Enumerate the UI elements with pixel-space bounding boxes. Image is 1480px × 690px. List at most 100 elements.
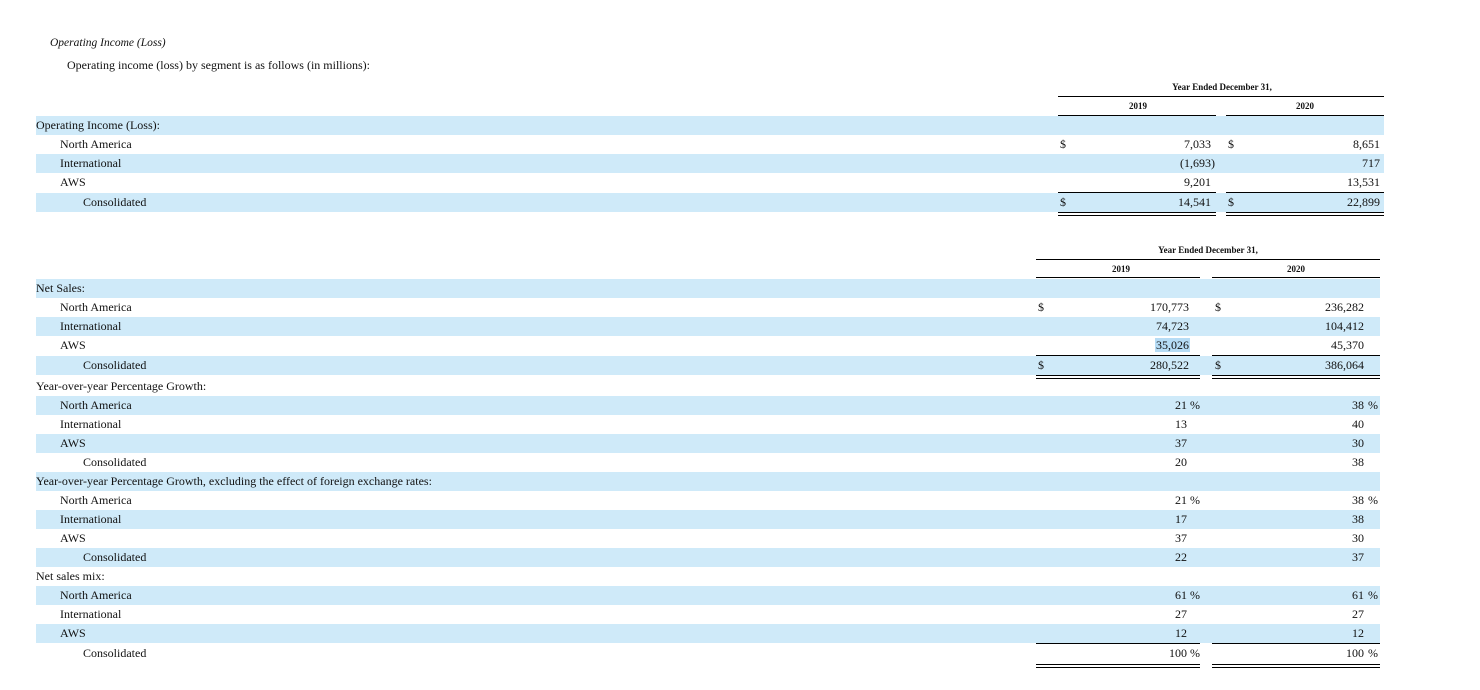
row-label: North America bbox=[60, 300, 132, 314]
row-label: North America bbox=[60, 398, 132, 412]
header-rule bbox=[1212, 277, 1380, 278]
value-2019: 35,026 bbox=[1080, 336, 1190, 355]
value-2019: 21 bbox=[1175, 493, 1187, 507]
value-2020: 717 bbox=[1362, 156, 1380, 170]
value-2019: 13 bbox=[1175, 417, 1187, 431]
value-2020: 38 bbox=[1352, 398, 1364, 412]
value-2020: 40 bbox=[1352, 417, 1364, 431]
intro-text: Operating income (loss) by segment is as… bbox=[67, 58, 370, 72]
value-2019: 37 bbox=[1175, 531, 1187, 545]
value-2019: 14,541 bbox=[1178, 195, 1211, 209]
row-label: Operating Income (Loss): bbox=[36, 118, 160, 132]
row-label: AWS bbox=[60, 531, 86, 545]
table2-year-2019: 2019 bbox=[1112, 264, 1130, 274]
value-2020: 104,412 bbox=[1325, 319, 1364, 333]
dollar-sign: $ bbox=[1215, 300, 1221, 314]
percent-sign: % bbox=[1368, 493, 1378, 507]
percent-sign: % bbox=[1190, 398, 1200, 412]
row-label: AWS bbox=[60, 175, 86, 189]
dollar-sign: $ bbox=[1060, 137, 1066, 151]
total-double-rule bbox=[1212, 375, 1380, 379]
value-2019: 61 bbox=[1175, 588, 1187, 602]
row-label: Consolidated bbox=[83, 358, 147, 372]
row-label: AWS bbox=[60, 626, 86, 640]
row-label: International bbox=[60, 156, 122, 170]
row-label: AWS bbox=[60, 436, 86, 450]
value-2020: 37 bbox=[1352, 550, 1364, 564]
section-title: Operating Income (Loss) bbox=[50, 37, 166, 49]
value-2020: 27 bbox=[1352, 607, 1364, 621]
value-2020: 61 bbox=[1352, 588, 1364, 602]
value-2020: 22,899 bbox=[1347, 195, 1380, 209]
dollar-sign: $ bbox=[1038, 358, 1044, 372]
value-2019: 9,201 bbox=[1184, 175, 1211, 189]
header-rule bbox=[1036, 259, 1380, 260]
percent-sign: % bbox=[1368, 588, 1378, 602]
total-double-rule bbox=[1036, 664, 1200, 668]
row-label: International bbox=[60, 607, 122, 621]
value-2019: 74,723 bbox=[1156, 319, 1189, 333]
value-2020: 45,370 bbox=[1331, 338, 1364, 352]
table2-year-2020: 2020 bbox=[1287, 264, 1305, 274]
value-2020: 386,064 bbox=[1325, 358, 1364, 372]
row-label: Consolidated bbox=[83, 455, 147, 469]
value-2019: 12 bbox=[1175, 626, 1187, 640]
value-2019: 170,773 bbox=[1150, 300, 1189, 314]
table1-year-2019: 2019 bbox=[1129, 101, 1147, 111]
header-rule bbox=[1058, 96, 1384, 97]
row-label: AWS bbox=[60, 338, 86, 352]
value-2020: 38 bbox=[1352, 512, 1364, 526]
table2-header-title: Year Ended December 31, bbox=[1158, 245, 1258, 255]
total-double-rule bbox=[1058, 212, 1216, 216]
row-label: Year-over-year Percentage Growth, exclud… bbox=[36, 474, 432, 488]
value-2019: 37 bbox=[1175, 436, 1187, 450]
value-2019: 21 bbox=[1175, 398, 1187, 412]
value-2020: 100 bbox=[1346, 646, 1364, 660]
value-2019: 100 bbox=[1169, 646, 1187, 660]
total-double-rule bbox=[1212, 664, 1380, 668]
row-label: Year-over-year Percentage Growth: bbox=[36, 379, 207, 393]
table-row-band bbox=[36, 116, 1384, 135]
value-2020: 38 bbox=[1352, 493, 1364, 507]
percent-sign: % bbox=[1368, 646, 1378, 660]
total-double-rule bbox=[1036, 375, 1200, 379]
row-label: North America bbox=[60, 588, 132, 602]
dollar-sign: $ bbox=[1215, 358, 1221, 372]
value-2019: 280,522 bbox=[1150, 358, 1189, 372]
row-label: International bbox=[60, 417, 122, 431]
value-2020: 13,531 bbox=[1347, 175, 1380, 189]
table1-year-2020: 2020 bbox=[1296, 101, 1314, 111]
value-2020: 30 bbox=[1352, 531, 1364, 545]
row-label: Consolidated bbox=[83, 195, 147, 209]
percent-sign: % bbox=[1190, 493, 1200, 507]
table-row-band bbox=[36, 279, 1380, 298]
value-2019: 7,033 bbox=[1184, 137, 1211, 151]
value-2020: 236,282 bbox=[1325, 300, 1364, 314]
percent-sign: % bbox=[1368, 398, 1378, 412]
percent-sign: % bbox=[1190, 646, 1200, 660]
row-label: North America bbox=[60, 137, 132, 151]
header-rule bbox=[1036, 277, 1200, 278]
row-label: Consolidated bbox=[83, 550, 147, 564]
dollar-sign: $ bbox=[1060, 195, 1066, 209]
value-2020: 8,651 bbox=[1353, 137, 1380, 151]
row-label: International bbox=[60, 512, 122, 526]
value-2019: (1,693) bbox=[1180, 156, 1215, 170]
row-label: Net sales mix: bbox=[36, 569, 105, 583]
dollar-sign: $ bbox=[1228, 195, 1234, 209]
row-label: International bbox=[60, 319, 122, 333]
value-2020: 38 bbox=[1352, 455, 1364, 469]
value-2019: 20 bbox=[1175, 455, 1187, 469]
dollar-sign: $ bbox=[1228, 137, 1234, 151]
value-2020: 30 bbox=[1352, 436, 1364, 450]
row-label: North America bbox=[60, 493, 132, 507]
value-2019: 27 bbox=[1175, 607, 1187, 621]
table1-header-title: Year Ended December 31, bbox=[1172, 82, 1272, 92]
percent-sign: % bbox=[1190, 588, 1200, 602]
row-label: Consolidated bbox=[83, 646, 147, 660]
selected-value[interactable]: 35,026 bbox=[1155, 338, 1190, 352]
value-2019: 17 bbox=[1175, 512, 1187, 526]
value-2020: 12 bbox=[1352, 626, 1364, 640]
total-double-rule bbox=[1226, 212, 1384, 216]
row-label: Net Sales: bbox=[36, 281, 85, 295]
